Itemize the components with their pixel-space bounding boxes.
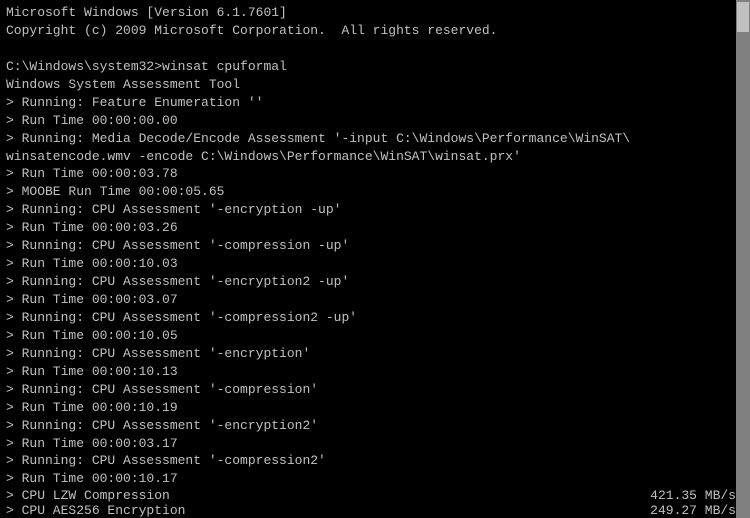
terminal-line-arrow: > Running: CPU Assessment '-compression' xyxy=(6,381,742,399)
terminal-line-arrow: > Running: CPU Assessment '-encryption' xyxy=(6,345,742,363)
terminal-window: Microsoft Windows [Version 6.1.7601]Copy… xyxy=(0,0,750,518)
terminal-line-arrow: > Run Time 00:00:03.78 xyxy=(6,165,742,183)
terminal-line-arrow: > Run Time 00:00:10.05 xyxy=(6,327,742,345)
terminal-line-arrow: > Run Time 00:00:03.26 xyxy=(6,219,742,237)
terminal-line-arrow: > Running: CPU Assessment '-compression2… xyxy=(6,309,742,327)
terminal-line-arrow: > Run Time 00:00:10.17 xyxy=(6,470,742,488)
terminal-content: Microsoft Windows [Version 6.1.7601]Copy… xyxy=(6,4,742,518)
terminal-line-arrow: > Run Time 00:00:10.03 xyxy=(6,255,742,273)
terminal-line: Copyright (c) 2009 Microsoft Corporation… xyxy=(6,22,742,40)
twocol-left: > CPU AES256 Encryption xyxy=(6,503,185,518)
terminal-line-twocol: > CPU AES256 Encryption 249.27 MB/s xyxy=(6,503,742,518)
terminal-line-arrow: > Running: CPU Assessment '-encryption -… xyxy=(6,201,742,219)
twocol-right: 249.27 MB/s xyxy=(622,503,742,518)
terminal-line-arrow: > Run Time 00:00:03.17 xyxy=(6,435,742,453)
scrollbar-thumb[interactable] xyxy=(737,2,749,32)
terminal-line-arrow: > Running: CPU Assessment '-compression2… xyxy=(6,452,742,470)
scrollbar[interactable] xyxy=(736,0,750,518)
terminal-line-arrow: > Run Time 00:00:10.19 xyxy=(6,399,742,417)
terminal-line-arrow: > MOOBE Run Time 00:00:05.65 xyxy=(6,183,742,201)
terminal-line-arrow: > Run Time 00:00:00.00 xyxy=(6,112,742,130)
terminal-line: Microsoft Windows [Version 6.1.7601] xyxy=(6,4,742,22)
terminal-line-twocol: > CPU LZW Compression 421.35 MB/s xyxy=(6,488,742,503)
terminal-line-arrow: > Running: CPU Assessment '-encryption2' xyxy=(6,417,742,435)
terminal-line-arrow: > Running: CPU Assessment '-compression … xyxy=(6,237,742,255)
terminal-line-arrow: > Run Time 00:00:10.13 xyxy=(6,363,742,381)
twocol-right: 421.35 MB/s xyxy=(622,488,742,503)
terminal-line-arrow: > Running: Media Decode/Encode Assessmen… xyxy=(6,130,742,148)
terminal-line-arrow: > Running: Feature Enumeration '' xyxy=(6,94,742,112)
terminal-line-blank xyxy=(6,40,742,58)
terminal-line: C:\Windows\system32>winsat cpuformal xyxy=(6,58,742,76)
terminal-line: Windows System Assessment Tool xyxy=(6,76,742,94)
terminal-line-arrow: > Running: CPU Assessment '-encryption2 … xyxy=(6,273,742,291)
terminal-line: winsatencode.wmv -encode C:\Windows\Perf… xyxy=(6,148,742,166)
twocol-left: > CPU LZW Compression xyxy=(6,488,170,503)
terminal-line-arrow: > Run Time 00:00:03.07 xyxy=(6,291,742,309)
